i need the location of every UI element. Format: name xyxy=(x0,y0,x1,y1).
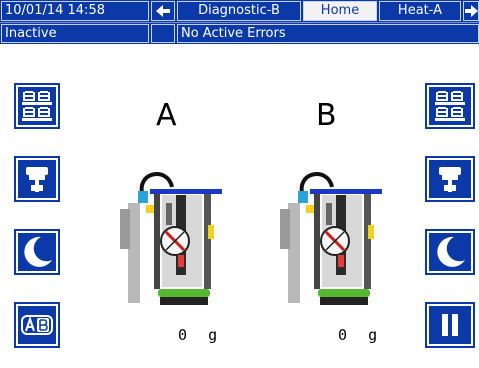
tab-heat-a[interactable]: Heat-A xyxy=(379,1,461,21)
pump-a-label: A xyxy=(156,98,177,133)
pump-a-weight-unit: g xyxy=(208,326,219,344)
pumps-view-button-right[interactable] xyxy=(425,83,475,129)
tab-diagnostic-b[interactable]: Diagnostic-B xyxy=(177,1,301,21)
pump-b-weight: 0 g xyxy=(338,326,378,344)
pump-a-weight: 0 g xyxy=(178,326,218,344)
pump-b-image[interactable] xyxy=(280,165,386,310)
status-bar: Inactive No Active Errors xyxy=(0,22,479,44)
system-state: Inactive xyxy=(1,24,149,43)
datetime-display: 10/01/14 14:58 xyxy=(1,1,149,21)
header-bar: 10/01/14 14:58 Diagnostic-B Home Heat-A xyxy=(0,0,479,22)
sleep-button[interactable] xyxy=(14,229,60,275)
pump-a-image[interactable] xyxy=(120,165,226,310)
sleep-moon-icon xyxy=(24,236,52,267)
sleep-button-right[interactable] xyxy=(425,229,475,275)
pump-a-weight-value: 0 xyxy=(178,326,189,344)
pause-button[interactable] xyxy=(425,302,475,348)
pump-b-weight-value: 0 xyxy=(338,326,349,344)
ab-icon xyxy=(21,315,53,335)
sleep-moon-icon xyxy=(437,236,465,267)
ram-button[interactable] xyxy=(14,156,60,202)
left-arrow-icon xyxy=(156,5,170,17)
pumps-view-button[interactable] xyxy=(14,83,60,129)
tab-home[interactable]: Home xyxy=(303,1,377,21)
pump-b-weight-unit: g xyxy=(368,326,379,344)
status-indicator xyxy=(151,24,175,43)
ram-button-right[interactable] xyxy=(425,156,475,202)
ram-icon xyxy=(439,167,461,192)
drums-icon xyxy=(435,91,465,121)
pause-icon xyxy=(442,314,458,336)
forward-arrow-button[interactable] xyxy=(463,1,479,21)
back-arrow-button[interactable] xyxy=(151,1,175,21)
drums-icon xyxy=(22,91,52,121)
pump-b-label: B xyxy=(316,98,337,133)
error-status: No Active Errors xyxy=(177,24,479,43)
ram-icon xyxy=(26,167,48,192)
right-arrow-icon xyxy=(465,5,478,17)
ab-button[interactable] xyxy=(14,302,60,348)
